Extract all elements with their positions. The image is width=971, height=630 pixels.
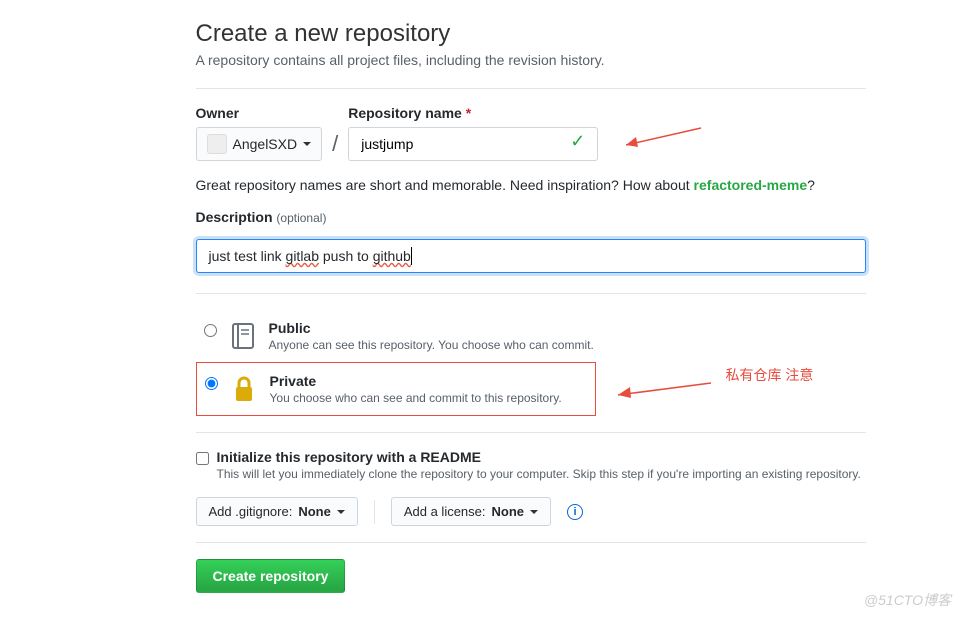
watermark: @51CTO博客 bbox=[864, 590, 951, 610]
optional-label: (optional) bbox=[276, 211, 326, 225]
readme-label: Initialize this repository with a README bbox=[217, 449, 481, 465]
description-label: Description bbox=[196, 209, 273, 225]
divider bbox=[196, 88, 866, 89]
readme-checkbox[interactable] bbox=[196, 452, 209, 465]
private-title: Private bbox=[270, 373, 317, 389]
visibility-private-option[interactable]: Private You choose who can see and commi… bbox=[196, 362, 596, 416]
annotation-arrow-1 bbox=[616, 123, 706, 153]
button-separator bbox=[374, 500, 375, 524]
check-icon: ✓ bbox=[570, 131, 585, 152]
create-repository-button[interactable]: Create repository bbox=[196, 559, 346, 593]
readme-subtitle: This will let you immediately clone the … bbox=[217, 467, 861, 481]
repo-hint: Great repository names are short and mem… bbox=[196, 177, 866, 193]
description-input[interactable]: just test link gitlab push to github bbox=[196, 239, 866, 273]
owner-dropdown[interactable]: AngelSXD bbox=[196, 127, 323, 161]
page-subtitle: A repository contains all project files,… bbox=[196, 52, 866, 68]
divider bbox=[196, 293, 866, 294]
private-subtitle: You choose who can see and commit to thi… bbox=[270, 391, 562, 405]
public-radio[interactable] bbox=[204, 324, 217, 337]
repo-name-input[interactable] bbox=[348, 127, 598, 161]
text-cursor bbox=[411, 247, 412, 265]
divider bbox=[196, 432, 866, 433]
slash-separator: / bbox=[330, 131, 340, 161]
owner-value: AngelSXD bbox=[233, 136, 298, 152]
public-title: Public bbox=[269, 320, 311, 336]
public-subtitle: Anyone can see this repository. You choo… bbox=[269, 338, 594, 352]
caret-down-icon bbox=[303, 142, 311, 146]
annotation-private-note: 私有仓库 注意 bbox=[726, 365, 814, 385]
lock-icon bbox=[228, 373, 260, 405]
page-title: Create a new repository bbox=[196, 20, 866, 48]
caret-down-icon bbox=[530, 510, 538, 514]
annotation-arrow-2 bbox=[606, 375, 716, 405]
owner-label: Owner bbox=[196, 105, 323, 121]
private-radio[interactable] bbox=[205, 377, 218, 390]
info-icon[interactable]: i bbox=[567, 504, 583, 520]
visibility-public-option[interactable]: Public Anyone can see this repository. Y… bbox=[196, 310, 866, 362]
repo-icon bbox=[227, 320, 259, 352]
caret-down-icon bbox=[337, 510, 345, 514]
divider bbox=[196, 542, 866, 543]
gitignore-dropdown[interactable]: Add .gitignore: None bbox=[196, 497, 358, 526]
repo-name-label: Repository name * bbox=[348, 105, 585, 121]
license-dropdown[interactable]: Add a license: None bbox=[391, 497, 551, 526]
suggestion-link[interactable]: refactored-meme bbox=[694, 177, 808, 193]
required-mark: * bbox=[466, 105, 471, 121]
avatar-icon bbox=[207, 134, 227, 154]
